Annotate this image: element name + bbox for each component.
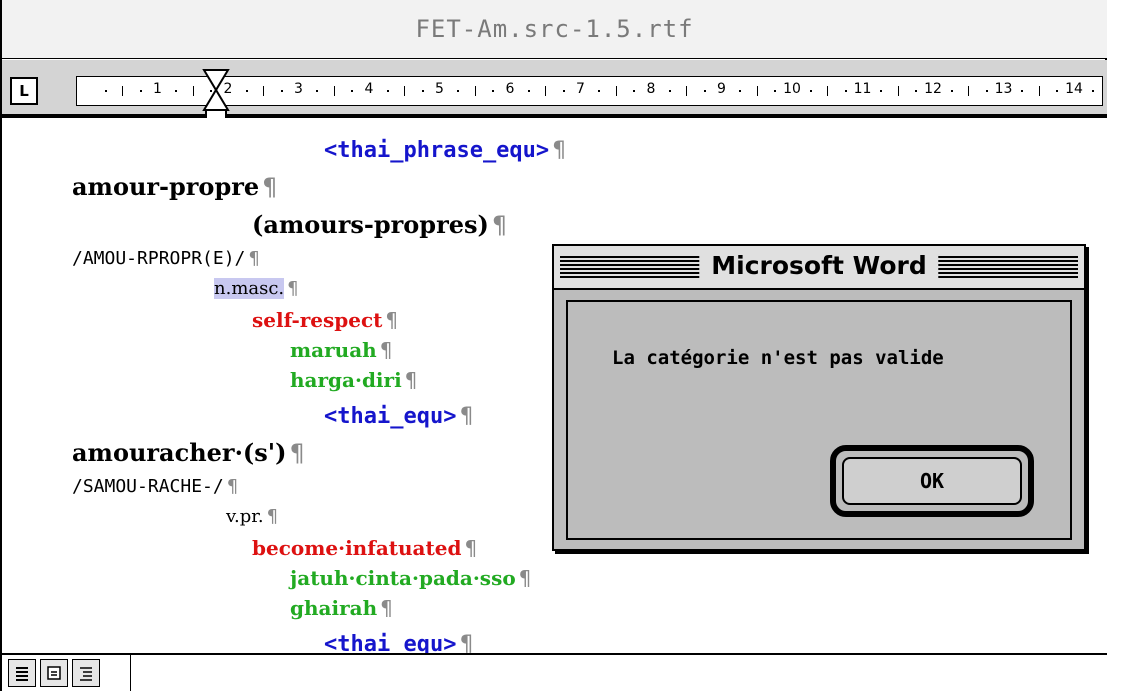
dialog-message: La catégorie n'est pas valide [612,347,944,369]
doc-line-plural: (amours-propres) ¶ [252,210,508,239]
ok-button[interactable]: OK [830,445,1034,517]
ruler-number: 13 [994,81,1013,97]
ruler-dot [739,90,742,92]
outline-view-icon[interactable] [72,659,100,687]
doc-line-pos: v.pr. ¶ [226,506,279,527]
doc-line-tag: <thai_phrase_equ> ¶ [324,138,567,163]
doc-line-translation: maruah ¶ [290,338,393,362]
ruler-dot [527,90,530,92]
ruler-tick [756,86,758,96]
ruler-number: 6 [505,81,515,97]
status-bar [2,653,1107,691]
document-window: FET-Am.src-1.5.rtf L 1 2 3 4 5 6 7 8 9 10 11 12 13 14… [0,0,1107,691]
ruler-dot [633,90,636,92]
ruler-tick [474,86,476,96]
ruler-dot [316,90,319,92]
ruler-dot [703,90,706,92]
ruler-dot [457,90,460,92]
ruler-tick [968,86,970,96]
status-divider [130,655,131,691]
doc-line-translation: harga·diri ¶ [290,368,418,392]
ruler-tick [333,86,335,96]
ruler-number: 9 [717,81,726,97]
alert-dialog: Microsoft Word La catégorie n'est pas va… [552,244,1086,551]
ruler-tick [615,86,617,96]
ruler-dot [950,90,953,92]
ruler-dot [1091,90,1094,92]
ruler-dot [915,90,918,92]
ruler-dot [774,90,777,92]
ruler-dot [844,90,847,92]
ruler-dot [351,90,354,92]
normal-view-icon[interactable] [8,659,36,687]
ruler-number: 3 [294,81,303,97]
ruler-number: 1 [153,81,162,97]
ruler-tick [897,86,899,96]
title-bar[interactable]: FET-Am.src-1.5.rtf [2,0,1107,59]
ruler-tick [192,86,194,96]
ruler-dot [421,90,424,92]
window-title: FET-Am.src-1.5.rtf [415,15,694,43]
ruler-dot [562,90,565,92]
doc-line-tag: <thai_equ> ¶ [324,632,474,653]
ruler-tick [545,86,547,96]
ruler-dot [386,90,389,92]
doc-line-headword: amouracher·(s') ¶ [72,438,305,467]
ruler-tick [827,86,829,96]
ruler-bar: L 1 2 3 4 5 6 7 8 9 10 11 12 13 14 [2,60,1107,118]
ruler-tick [404,86,406,96]
ruler-dot [668,90,671,92]
ruler-tick [263,86,265,96]
ruler-dot [598,90,601,92]
ruler-number: 10 [783,81,801,97]
ruler-dot [280,90,283,92]
ruler-tick [122,86,124,96]
ruler-dot [1021,90,1024,92]
ruler-dot [985,90,988,92]
dialog-title: Microsoft Word [699,251,939,280]
ruler-number: 4 [364,81,374,97]
ruler-dot [175,90,178,92]
indent-markers[interactable] [201,62,231,122]
page-layout-view-icon[interactable] [40,659,68,687]
doc-line-headword: amour-propre ¶ [72,172,278,201]
ruler-dot [139,90,142,92]
ruler-number: 8 [646,81,656,97]
ruler-tick [1038,86,1040,96]
ruler-dot [809,90,812,92]
ruler-dot [492,90,495,92]
doc-line-translation: ghairah ¶ [290,596,393,620]
doc-line-pos: n.masc. ¶ [214,278,299,299]
ruler-dot [880,90,883,92]
doc-line-sense: self-respect ¶ [252,308,399,332]
doc-line-phonetic: /AMOU-RPROPR(E)/¶ [72,248,260,269]
ruler-dot [245,90,248,92]
ok-button-label: OK [842,457,1022,505]
tab-alignment-selector[interactable]: L [10,77,38,105]
doc-line-sense: become·infatuated ¶ [252,536,478,560]
ruler-dot [104,90,107,92]
ruler-number: 11 [853,81,872,97]
ruler-number: 12 [924,81,942,97]
doc-line-translation: jatuh·cinta·pada·sso ¶ [290,566,532,590]
ruler-number: 14 [1065,81,1083,97]
ruler-number: 5 [435,81,444,97]
dialog-title-bar[interactable]: Microsoft Word [554,246,1084,290]
ruler-number: 7 [576,81,585,97]
ruler-dot [1056,90,1059,92]
ruler-tick [686,86,688,96]
doc-line-phonetic: /SAMOU-RACHE-/¶ [72,476,239,497]
dialog-body: La catégorie n'est pas valide OK [566,300,1072,540]
selected-text: n.masc. [214,278,285,299]
doc-line-tag: <thai_equ> ¶ [324,404,474,429]
